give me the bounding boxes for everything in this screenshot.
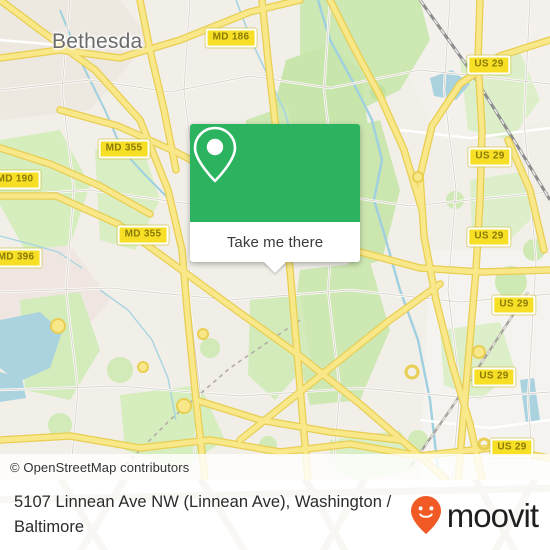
take-me-there-button[interactable]: Take me there: [227, 234, 323, 251]
location-title: 5107 Linnean Ave NW (Linnean Ave), Washi…: [14, 493, 392, 536]
moovit-brand[interactable]: moovit: [409, 495, 539, 535]
route-shield: US 29: [467, 55, 511, 75]
map-attribution-bar: © OpenStreetMap contributors: [0, 454, 550, 480]
route-shield: MD 190: [0, 170, 41, 190]
route-shield: MD 186: [205, 28, 257, 48]
attribution-text[interactable]: © OpenStreetMap contributors: [0, 460, 189, 475]
footer-bar: 5107 Linnean Ave NW (Linnean Ave), Washi…: [0, 480, 550, 550]
map-canvas[interactable]: Bethesda MD 186 US 29 MD 355 MD 190 US 29 MD …: [0, 0, 550, 480]
moovit-smiley-pin-icon: [410, 496, 441, 534]
route-shield: US 29: [492, 295, 536, 315]
route-shield: MD 355: [117, 225, 169, 245]
route-shield: MD 355: [98, 139, 150, 159]
location-popup-card[interactable]: Take me there: [190, 124, 360, 273]
map-screenshot: Bethesda MD 186 US 29 MD 355 MD 190 US 29 MD …: [0, 0, 550, 550]
popup-pointer: [264, 262, 286, 273]
moovit-wordmark: moovit: [446, 496, 539, 534]
route-shield: US 29: [472, 367, 516, 387]
route-shield: US 29: [468, 147, 512, 167]
map-pin-icon: [193, 126, 237, 183]
popup-action-area[interactable]: Take me there: [190, 222, 360, 273]
route-shield: MD 396: [0, 248, 42, 268]
route-shield: US 29: [467, 227, 511, 247]
popup-icon-area: [190, 124, 360, 222]
